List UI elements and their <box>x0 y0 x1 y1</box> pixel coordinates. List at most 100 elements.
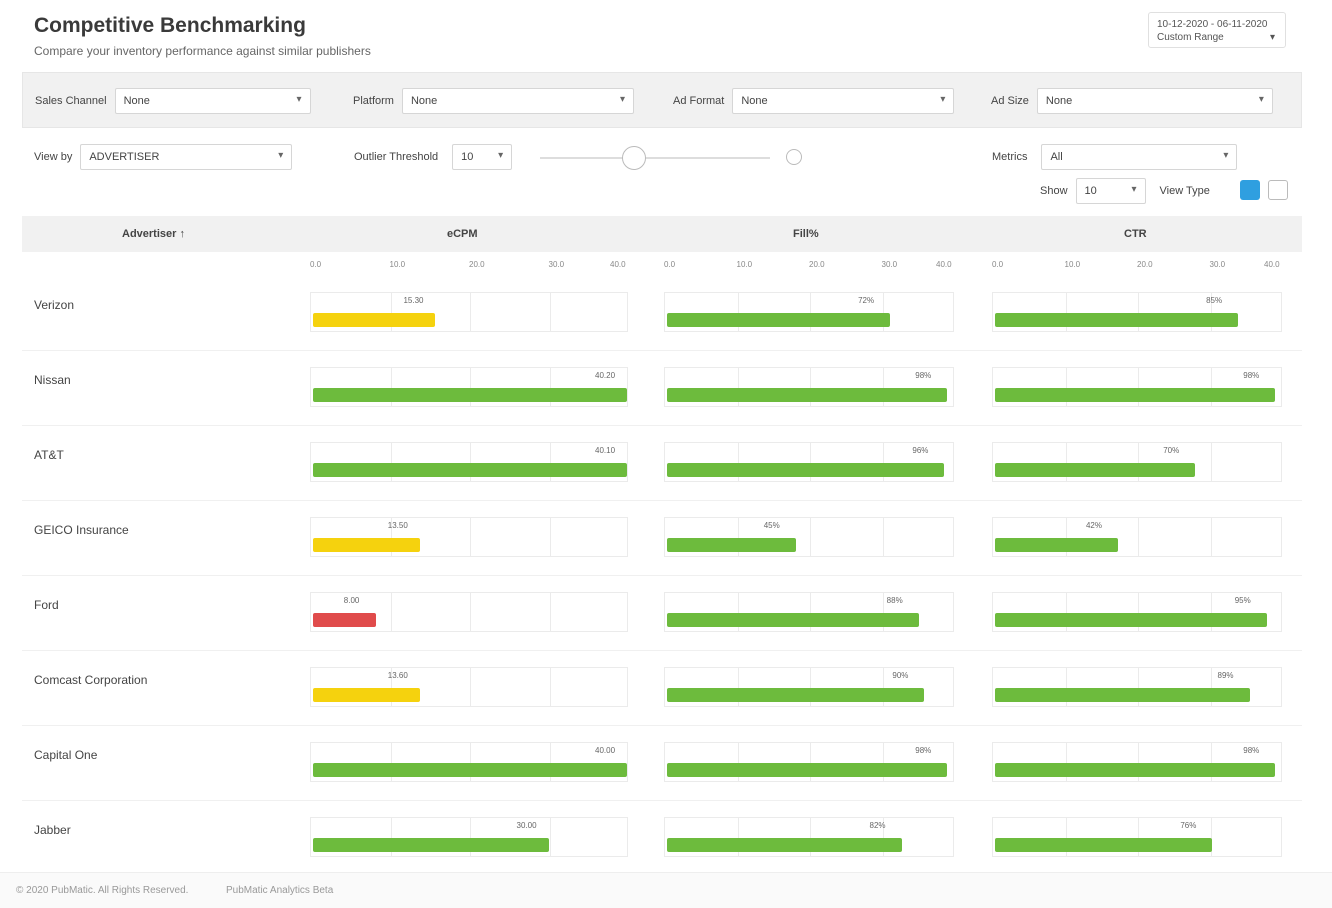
advertiser-name: Capital One <box>34 748 98 762</box>
chevron-down-icon: ▾ <box>619 94 625 105</box>
metric-bar[interactable] <box>995 538 1118 552</box>
metric-cell: 42% <box>992 517 1282 557</box>
metric-bar[interactable] <box>667 838 902 852</box>
show-control: Show 10 ▾ View Type <box>1040 176 1218 206</box>
metric-value-label: 15.30 <box>403 296 424 305</box>
axis-tick-label: 30.0 <box>548 260 565 269</box>
metric-value-label: 98% <box>915 371 932 380</box>
outlier-slider-handle[interactable] <box>622 146 646 170</box>
metric-value-label: 76% <box>1180 821 1197 830</box>
metric-value-label: 85% <box>1206 296 1223 305</box>
metric-value-label: 13.50 <box>387 521 408 530</box>
filter-platform: Platform None ▾ <box>353 88 634 114</box>
metrics-select[interactable]: All ▾ <box>1041 144 1238 170</box>
metric-cell: 98% <box>992 367 1282 407</box>
metric-value-label: 40.00 <box>595 746 616 755</box>
column-header-advertiser[interactable]: Advertiser ↑ <box>122 228 185 240</box>
metric-bar[interactable] <box>995 688 1250 702</box>
table-row: Capital One 40.00 98% 98% <box>22 726 1302 801</box>
axis-tick-label: 10.0 <box>736 260 753 269</box>
view-type-label: View Type <box>1159 185 1210 197</box>
chevron-down-icon: ▾ <box>278 150 284 161</box>
metric-bar[interactable] <box>313 463 627 477</box>
outlier-threshold-control: Outlier Threshold 10 ▾ <box>354 142 513 172</box>
chevron-down-icon: ▾ <box>498 150 504 161</box>
table-row: Ford 8.00 88% 95% <box>22 576 1302 651</box>
advertiser-name: Ford <box>34 598 59 612</box>
table-row: GEICO Insurance 13.50 45% 42% <box>22 501 1302 576</box>
column-header-ctr[interactable]: CTR <box>1124 228 1147 240</box>
page-header: Competitive Benchmarking Compare your in… <box>34 14 371 58</box>
axis-tick-label: 0.0 <box>310 260 322 269</box>
chevron-down-icon: ▾ <box>940 94 946 105</box>
outlier-threshold-label: Outlier Threshold <box>354 151 439 163</box>
show-count-select[interactable]: 10 ▾ <box>1075 178 1146 204</box>
sales-channel-select[interactable]: None ▾ <box>114 88 311 114</box>
metric-value-label: 90% <box>892 671 909 680</box>
column-header-fill[interactable]: Fill% <box>793 228 819 240</box>
footer-link[interactable]: PubMatic Analytics Beta <box>226 885 333 896</box>
page-subtitle: Compare your inventory performance again… <box>34 44 371 58</box>
view-by-label: View by <box>34 151 73 163</box>
metric-bar[interactable] <box>667 388 948 402</box>
bar-view-icon[interactable] <box>1240 180 1260 200</box>
advertiser-name: Comcast Corporation <box>34 673 148 687</box>
axis-tick-label: 10.0 <box>389 260 406 269</box>
metric-bar[interactable] <box>313 313 436 327</box>
filter-ad-size: Ad Size None ▾ <box>991 88 1273 114</box>
metric-bar[interactable] <box>995 388 1276 402</box>
footer-copyright: © 2020 PubMatic. All Rights Reserved. <box>16 885 189 896</box>
metric-bar[interactable] <box>313 538 420 552</box>
show-label: Show <box>1040 185 1068 197</box>
metric-value-label: 95% <box>1234 596 1251 605</box>
axis-tick-label: 40.0 <box>1264 260 1280 269</box>
metric-value-label: 88% <box>886 596 903 605</box>
metric-bar[interactable] <box>313 388 627 402</box>
metric-cell: 70% <box>992 442 1282 482</box>
metric-value-label: 98% <box>915 746 932 755</box>
chevron-down-icon: ▾ <box>1131 184 1137 195</box>
metric-bar[interactable] <box>313 763 627 777</box>
metric-cell: 96% <box>664 442 954 482</box>
metric-bar[interactable] <box>995 313 1239 327</box>
metric-cell: 98% <box>664 742 954 782</box>
metric-bar[interactable] <box>995 838 1213 852</box>
metric-bar[interactable] <box>667 313 891 327</box>
metric-bar[interactable] <box>667 688 925 702</box>
ad-size-select[interactable]: None ▾ <box>1036 88 1273 114</box>
metric-value-label: 45% <box>763 521 780 530</box>
axis-tick-label: 0.0 <box>992 260 1004 269</box>
view-by-select[interactable]: ADVERTISER ▾ <box>80 144 293 170</box>
metric-bar[interactable] <box>995 613 1267 627</box>
axis-tick-label: 40.0 <box>936 260 952 269</box>
metric-bar[interactable] <box>995 463 1196 477</box>
platform-select[interactable]: None ▾ <box>401 88 634 114</box>
date-range-preset: Custom Range <box>1157 32 1224 43</box>
axis-tick-label: 0.0 <box>664 260 676 269</box>
metric-bar[interactable] <box>667 763 948 777</box>
metric-bar[interactable] <box>313 838 549 852</box>
outlier-threshold-input[interactable]: 10 ▾ <box>452 144 513 170</box>
date-range-picker[interactable]: 10-12-2020 - 06-11-2020 Custom Range ▾ <box>1148 12 1286 48</box>
metric-value-label: 8.00 <box>343 596 360 605</box>
metric-bar[interactable] <box>995 763 1276 777</box>
metric-bar[interactable] <box>667 463 945 477</box>
metric-cell: 98% <box>664 367 954 407</box>
calendar-icon: ▾ <box>1269 32 1275 43</box>
metric-bar[interactable] <box>313 613 376 627</box>
advertiser-name: AT&T <box>34 448 64 462</box>
column-header-ecpm[interactable]: eCPM <box>447 228 478 240</box>
metric-bar[interactable] <box>313 688 420 702</box>
grid-view-icon[interactable] <box>1268 180 1288 200</box>
ad-format-select[interactable]: None ▾ <box>732 88 955 114</box>
filter-label: Sales Channel <box>35 95 107 107</box>
outlier-slider-track[interactable] <box>540 157 770 159</box>
metric-value-label: 40.10 <box>595 446 616 455</box>
metric-cell: 13.50 <box>310 517 628 557</box>
metric-bar[interactable] <box>667 538 796 552</box>
metric-cell: 76% <box>992 817 1282 857</box>
outlier-slider-end-handle[interactable] <box>786 149 802 165</box>
metric-value-label: 72% <box>858 296 875 305</box>
metric-bar[interactable] <box>667 613 919 627</box>
metric-cell: 98% <box>992 742 1282 782</box>
